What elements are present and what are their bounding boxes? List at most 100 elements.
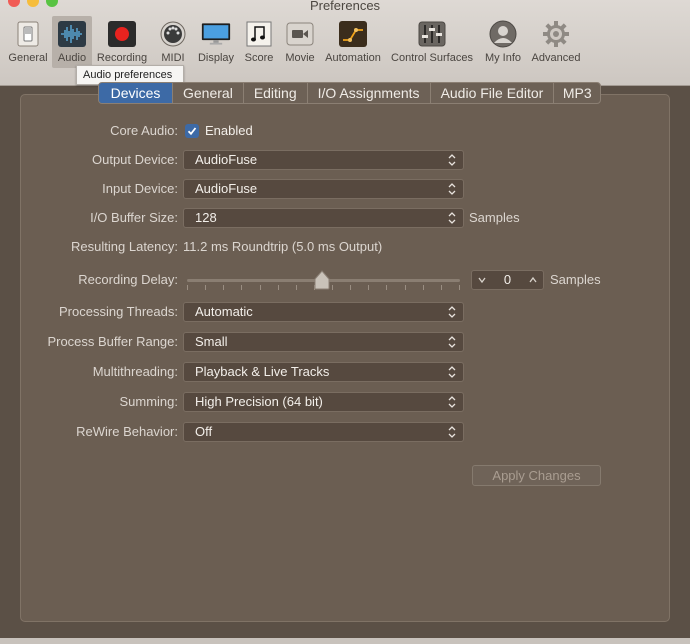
- gear-icon: [541, 20, 571, 48]
- automation-icon: [338, 20, 368, 48]
- process-buffer-select[interactable]: Small: [183, 332, 464, 352]
- faders-icon: [417, 20, 447, 48]
- input-device-select[interactable]: AudioFuse: [183, 179, 464, 199]
- recording-delay-slider-thumb[interactable]: [314, 270, 330, 290]
- rewire-value: Off: [195, 424, 213, 439]
- tab-general[interactable]: General: [173, 83, 244, 103]
- slider-tick: [350, 285, 352, 290]
- multithreading-row: Multithreading: Playback & Live Tracks: [0, 362, 690, 382]
- recording-delay-row: Recording Delay: 0 Samples: [0, 270, 690, 290]
- latency-label: Resulting Latency:: [71, 239, 178, 254]
- toolbar-advanced[interactable]: Advanced: [528, 16, 584, 68]
- output-device-select[interactable]: AudioFuse: [183, 150, 464, 170]
- updown-chevron-icon: [448, 154, 456, 166]
- multithreading-select[interactable]: Playback & Live Tracks: [183, 362, 464, 382]
- process-buffer-label: Process Buffer Range:: [47, 334, 178, 349]
- toolbar-automation[interactable]: Automation: [320, 16, 386, 68]
- score-icon: [244, 20, 274, 48]
- io-buffer-row: I/O Buffer Size: 128 Samples: [0, 208, 690, 228]
- slider-tick: [368, 285, 370, 290]
- slider-tick: [205, 285, 207, 290]
- apply-changes-button[interactable]: Apply Changes: [472, 465, 601, 486]
- tab-io-assignments[interactable]: I/O Assignments: [308, 83, 431, 103]
- processing-threads-select[interactable]: Automatic: [183, 302, 464, 322]
- slider-tick: [332, 285, 334, 290]
- updown-chevron-icon: [448, 426, 456, 438]
- io-buffer-unit: Samples: [469, 210, 520, 225]
- toolbar-general[interactable]: General: [4, 16, 52, 68]
- updown-chevron-icon: [448, 212, 456, 224]
- process-buffer-row: Process Buffer Range: Small: [0, 332, 690, 352]
- preferences-toolbar: General Audio Recording MIDI Display Sco…: [4, 16, 584, 68]
- slider-tick: [259, 285, 261, 290]
- toolbar-display[interactable]: Display: [194, 16, 238, 68]
- tab-editing[interactable]: Editing: [244, 83, 308, 103]
- switch-icon: [13, 20, 43, 48]
- record-icon: [107, 20, 137, 48]
- toolbar-score[interactable]: Score: [238, 16, 280, 68]
- toolbar-midi[interactable]: MIDI: [152, 16, 194, 68]
- decrement-chevron-icon[interactable]: [477, 274, 487, 286]
- updown-chevron-icon: [448, 336, 456, 348]
- slider-tick: [223, 285, 225, 290]
- input-device-label: Input Device:: [102, 181, 178, 196]
- recording-delay-stepper[interactable]: 0: [471, 270, 544, 290]
- core-audio-row: Core Audio: Enabled: [0, 121, 690, 141]
- rewire-row: ReWire Behavior: Off: [0, 422, 690, 442]
- multithreading-value: Playback & Live Tracks: [195, 364, 330, 379]
- output-device-row: Output Device: AudioFuse: [0, 150, 690, 170]
- input-device-value: AudioFuse: [195, 181, 258, 196]
- process-buffer-value: Small: [195, 334, 228, 349]
- toolbar-audio[interactable]: Audio: [52, 16, 92, 68]
- summing-label: Summing:: [119, 394, 178, 409]
- processing-threads-row: Processing Threads: Automatic: [0, 302, 690, 322]
- toolbar-recording[interactable]: Recording: [92, 16, 152, 68]
- latency-value: 11.2 ms Roundtrip (5.0 ms Output): [183, 239, 383, 254]
- rewire-select[interactable]: Off: [183, 422, 464, 442]
- checkmark-icon: [187, 127, 197, 136]
- summing-row: Summing: High Precision (64 bit): [0, 392, 690, 412]
- tab-audio-file-editor[interactable]: Audio File Editor: [431, 83, 555, 103]
- core-audio-checkbox[interactable]: [185, 124, 199, 138]
- midi-icon: [158, 20, 188, 48]
- summing-value: High Precision (64 bit): [195, 394, 323, 409]
- updown-chevron-icon: [448, 306, 456, 318]
- recording-delay-unit: Samples: [550, 272, 601, 287]
- tab-devices[interactable]: Devices: [99, 83, 173, 103]
- io-buffer-value: 128: [195, 210, 217, 225]
- waveform-icon: [57, 20, 87, 48]
- window-title: Preferences: [309, 0, 381, 13]
- processing-threads-value: Automatic: [195, 304, 253, 319]
- user-icon: [488, 20, 518, 48]
- toolbar-movie[interactable]: Movie: [280, 16, 320, 68]
- increment-chevron-icon[interactable]: [528, 274, 538, 286]
- slider-tick: [440, 285, 442, 290]
- multithreading-label: Multithreading:: [92, 364, 178, 379]
- slider-tick: [277, 285, 279, 290]
- slider-tick: [295, 285, 297, 290]
- tab-bar: Devices General Editing I/O Assignments …: [98, 82, 602, 104]
- monitor-icon: [201, 20, 231, 48]
- recording-delay-value: 0: [503, 272, 512, 287]
- output-device-value: AudioFuse: [195, 152, 258, 167]
- toolbar-control-surfaces[interactable]: Control Surfaces: [386, 16, 478, 68]
- slider-tick: [187, 285, 188, 290]
- toolbar-my-info[interactable]: My Info: [478, 16, 528, 68]
- output-device-label: Output Device:: [92, 152, 178, 167]
- summing-select[interactable]: High Precision (64 bit): [183, 392, 464, 412]
- updown-chevron-icon: [448, 183, 456, 195]
- tab-mp3[interactable]: MP3: [554, 83, 600, 103]
- updown-chevron-icon: [448, 366, 456, 378]
- core-audio-enabled-label: Enabled: [205, 123, 253, 138]
- rewire-label: ReWire Behavior:: [76, 424, 178, 439]
- slider-tick: [386, 285, 388, 290]
- io-buffer-select[interactable]: 128: [183, 208, 464, 228]
- preferences-panel: [20, 94, 670, 622]
- processing-threads-label: Processing Threads:: [59, 304, 178, 319]
- updown-chevron-icon: [448, 396, 456, 408]
- io-buffer-label: I/O Buffer Size:: [90, 210, 178, 225]
- movie-icon: [285, 20, 315, 48]
- slider-tick: [241, 285, 243, 290]
- core-audio-label: Core Audio:: [110, 123, 178, 138]
- slider-tick: [404, 285, 406, 290]
